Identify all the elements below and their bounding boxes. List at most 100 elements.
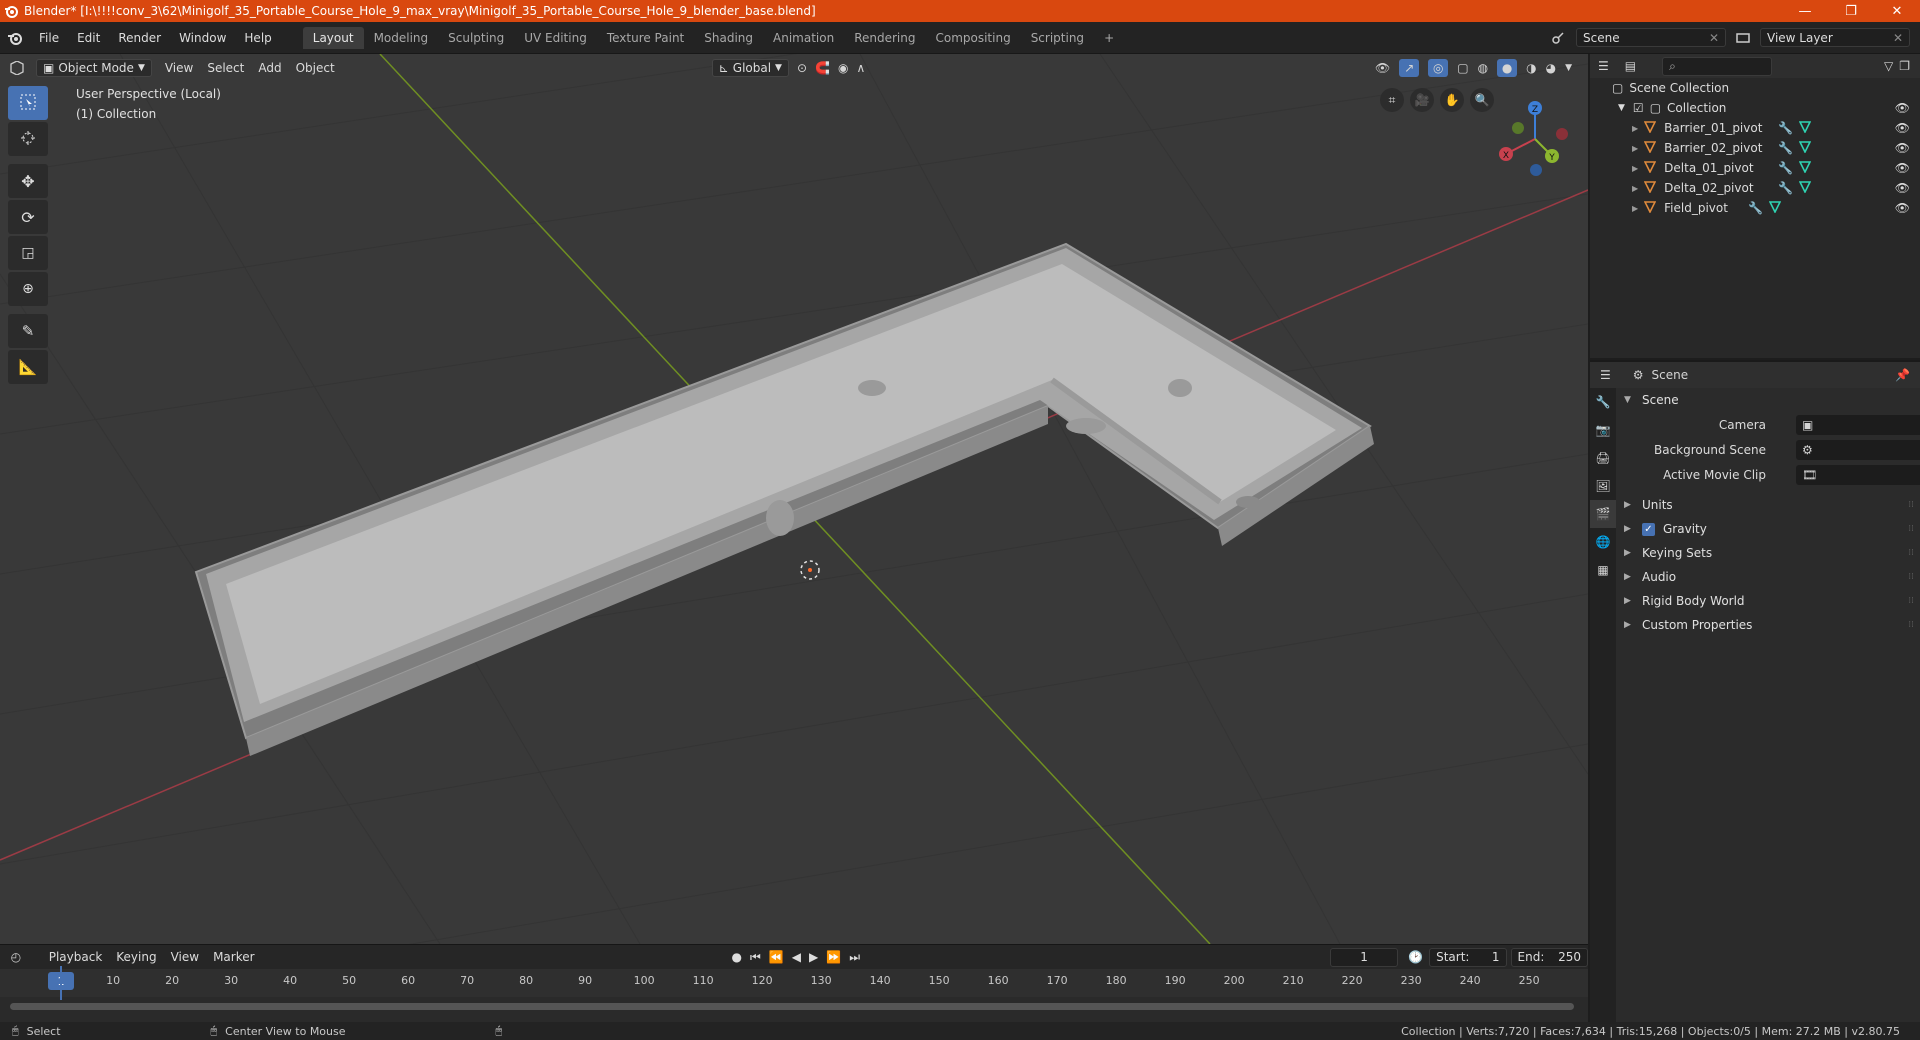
drag-handle-icon[interactable]: ⁞⁞ — [1908, 524, 1914, 534]
overlays-icon[interactable]: ◎ — [1428, 59, 1449, 77]
scene-icon[interactable] — [1546, 31, 1570, 45]
wireframe-shading-icon[interactable]: ◍ — [1478, 61, 1488, 75]
tab-scripting[interactable]: Scripting — [1021, 27, 1094, 49]
timeline-editor-icon[interactable]: ◴ — [0, 950, 32, 964]
tab-rendering[interactable]: Rendering — [844, 27, 925, 49]
display-mode-icon[interactable]: ▤ — [1625, 59, 1636, 73]
scene-panel-header[interactable]: ▼ Scene — [1616, 388, 1920, 412]
chevron-right-icon[interactable]: ▶ — [1632, 144, 1638, 153]
outliner-editor-icon[interactable]: ☰ — [1598, 59, 1609, 73]
material-shading-icon[interactable]: ◑ — [1526, 61, 1536, 75]
audio-panel[interactable]: ▶ Audio ⁞⁞ — [1616, 565, 1920, 589]
chevron-right-icon[interactable]: ▶ — [1632, 124, 1638, 133]
tab-uv-editing[interactable]: UV Editing — [514, 27, 597, 49]
view-layer-icon[interactable] — [1732, 31, 1754, 45]
current-frame-field[interactable]: 1 — [1330, 947, 1399, 967]
mesh-data-icon[interactable] — [1798, 120, 1812, 136]
minimize-button[interactable]: — — [1782, 4, 1828, 19]
frame-ruler[interactable]: 1 10203040506070809010011012013014015016… — [0, 969, 1588, 997]
pivot-point-icon[interactable]: ⊙ — [797, 61, 807, 75]
drag-handle-icon[interactable]: ⁞⁞ — [1908, 548, 1914, 558]
timeline-menu-playback[interactable]: Playback — [42, 948, 110, 966]
drag-handle-icon[interactable]: ⁞⁞ — [1908, 572, 1914, 582]
keying-sets-panel[interactable]: ▶ Keying Sets ⁞⁞ — [1616, 541, 1920, 565]
mesh-data-icon[interactable] — [1798, 180, 1812, 196]
rendered-shading-icon[interactable]: ◕ — [1546, 61, 1556, 75]
blender-menu-icon[interactable] — [0, 30, 30, 46]
add-workspace-button[interactable]: + — [1094, 27, 1124, 49]
outliner-object-row[interactable]: ▶ Field_pivot 🔧 👁 — [1590, 198, 1920, 218]
move-tool[interactable]: ✥ — [8, 164, 48, 198]
end-frame-field[interactable]: End: 250 — [1510, 947, 1588, 967]
clock-icon[interactable]: 🕑 — [1408, 950, 1423, 964]
proportional-editing-icon[interactable]: ◉ — [838, 61, 848, 75]
timeline-menu-keying[interactable]: Keying — [109, 948, 163, 966]
3d-viewport[interactable]: ▣ Object Mode ▼ View Select Add Object ⊾… — [0, 54, 1588, 944]
editor-type-icon[interactable] — [0, 61, 34, 75]
chevron-right-icon[interactable]: ▶ — [1632, 184, 1638, 193]
menu-render[interactable]: Render — [109, 31, 170, 45]
outliner[interactable]: ☰ ▤ ⌕ ▽ ❐ ▢ Scene Collection ▼ ☑ ▢ Colle… — [1590, 54, 1920, 358]
eye-icon[interactable]: 👁 — [1895, 141, 1910, 155]
scale-tool[interactable]: ◲ — [8, 236, 48, 270]
rotate-tool[interactable]: ⟳ — [8, 200, 48, 234]
units-panel[interactable]: ▶ Units ⁞⁞ — [1616, 493, 1920, 517]
tab-texture-paint[interactable]: Texture Paint — [597, 27, 694, 49]
play-icon[interactable]: ▶ — [809, 950, 818, 964]
pan-hand-icon[interactable]: ✋ — [1440, 88, 1464, 112]
menu-edit[interactable]: Edit — [68, 31, 109, 45]
timeline-editor[interactable]: ◴ Playback Keying View Marker ● ⏮ ⏪ ◀ ▶ … — [0, 944, 1588, 1022]
toggle-view-icon[interactable]: ⌗ — [1380, 88, 1404, 112]
filter-icon[interactable]: ▽ — [1884, 59, 1893, 73]
measure-tool[interactable]: 📐 — [8, 350, 48, 384]
view-layer-tab-icon[interactable]: 🖼 — [1590, 472, 1616, 500]
modifier-wrench-icon[interactable]: 🔧 — [1778, 121, 1793, 135]
close-icon[interactable]: ✕ — [1893, 31, 1903, 45]
gravity-checkbox[interactable]: ✓ — [1642, 522, 1655, 536]
properties-editor[interactable]: ☰ ⚙ Scene 📌 🔧 📷 🖨 🖼 🎬 🌐 ▦ ▼ Scene Camera… — [1590, 360, 1920, 1024]
chevron-down-icon[interactable]: ▼ — [1565, 63, 1572, 73]
solid-shading-icon[interactable]: ● — [1497, 59, 1518, 77]
chevron-down-icon[interactable]: ▼ — [1618, 103, 1625, 113]
texture-tab-icon[interactable]: ▦ — [1590, 556, 1616, 584]
gravity-panel[interactable]: ▶ ✓ Gravity ⁞⁞ — [1616, 517, 1920, 541]
annotate-tool[interactable]: ✎ — [8, 314, 48, 348]
menu-file[interactable]: File — [30, 31, 68, 45]
snap-icon[interactable]: 🧲 — [815, 61, 830, 75]
view-layer-selector[interactable]: View Layer ✕ — [1760, 28, 1910, 47]
viewport-menu-select[interactable]: Select — [200, 59, 251, 77]
checkbox-checked-icon[interactable]: ☑ — [1633, 101, 1644, 115]
timeline-menu-marker[interactable]: Marker — [206, 948, 261, 966]
modifier-wrench-icon[interactable]: 🔧 — [1748, 201, 1763, 215]
tab-compositing[interactable]: Compositing — [925, 27, 1020, 49]
outliner-object-row[interactable]: ▶ Delta_01_pivot 🔧 👁 — [1590, 158, 1920, 178]
eye-icon[interactable]: 👁 — [1895, 121, 1910, 135]
falloff-icon[interactable]: ∧ — [856, 61, 865, 75]
mesh-data-icon[interactable] — [1798, 160, 1812, 176]
tab-shading[interactable]: Shading — [694, 27, 763, 49]
viewport-menu-object[interactable]: Object — [289, 59, 342, 77]
render-tab-icon[interactable]: 📷 — [1590, 416, 1616, 444]
new-collection-icon[interactable]: ❐ — [1899, 59, 1920, 73]
camera-view-icon[interactable]: 🎥 — [1410, 88, 1434, 112]
timeline-menu-view[interactable]: View — [164, 948, 206, 966]
scene-tab-icon[interactable]: 🎬 — [1590, 500, 1616, 528]
world-tab-icon[interactable]: 🌐 — [1590, 528, 1616, 556]
tab-animation[interactable]: Animation — [763, 27, 844, 49]
outliner-collection[interactable]: ▼ ☑ ▢ Collection 👁 — [1590, 98, 1920, 118]
record-icon[interactable]: ● — [732, 950, 742, 964]
outliner-search[interactable]: ⌕ — [1662, 56, 1773, 76]
chevron-right-icon[interactable]: ▶ — [1632, 164, 1638, 173]
start-frame-field[interactable]: Start: 1 — [1429, 947, 1507, 967]
navigation-gizmo[interactable]: Z X Y — [1490, 94, 1580, 184]
outliner-scene-collection[interactable]: ▢ Scene Collection — [1590, 78, 1920, 98]
jump-start-icon[interactable]: ⏮ — [750, 950, 761, 965]
viewport-menu-add[interactable]: Add — [251, 59, 288, 77]
viewport-menu-view[interactable]: View — [158, 59, 200, 77]
timeline-scrollbar[interactable] — [10, 1003, 1574, 1010]
select-box-tool[interactable] — [8, 86, 48, 120]
outliner-object-row[interactable]: ▶ Barrier_02_pivot 🔧 👁 — [1590, 138, 1920, 158]
xray-icon[interactable]: ▢ — [1457, 61, 1468, 75]
tab-modeling[interactable]: Modeling — [364, 27, 439, 49]
eye-icon[interactable]: 👁 — [1895, 181, 1910, 195]
